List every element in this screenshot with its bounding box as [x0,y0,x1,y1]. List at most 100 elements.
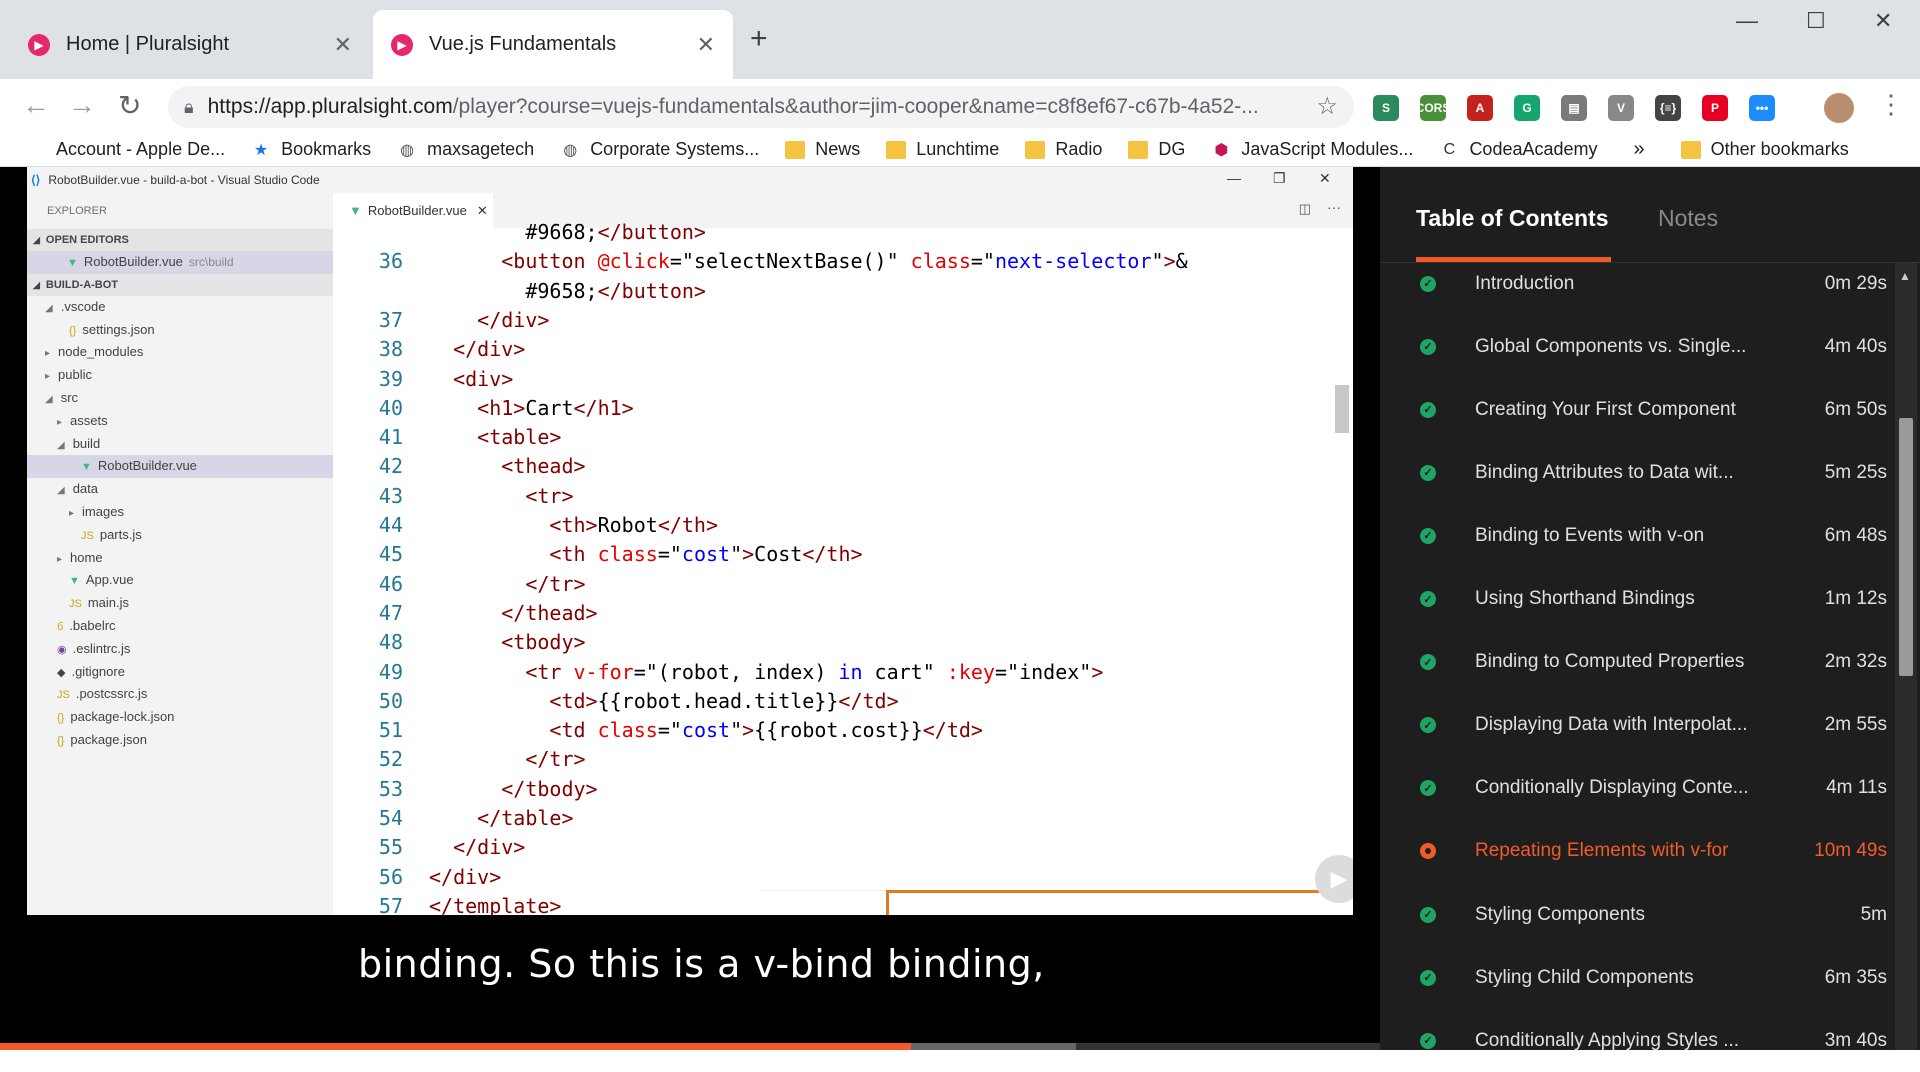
toc-item[interactable]: ✓ Binding to Computed Properties 2m 32s [1380,631,1895,694]
vue-file-icon: ▼ [349,203,362,218]
code-text: </div> [453,835,526,860]
toc-item[interactable]: ✓ Conditionally Displaying Conte... 4m 11s [1380,757,1895,820]
toc-item[interactable]: ✓ Using Shorthand Bindings 1m 12s [1380,568,1895,631]
bookmark-item[interactable]: ◍ maxsagetech [397,139,534,160]
tab-home-pluralsight[interactable]: ▶ Home | Pluralsight ✕ [10,10,370,79]
grammarly-icon[interactable]: G [1514,95,1540,121]
explorer-tree-item: ▸ home [27,547,333,570]
profile-avatar[interactable] [1824,93,1854,123]
bookmark-item[interactable]: Radio [1025,139,1102,160]
tree-item-label: parts.js [99,526,142,542]
toc-item[interactable]: ✓ Binding to Events with v-on 6m 48s [1380,504,1895,567]
cors-icon[interactable]: CORS [1416,95,1450,121]
bookmark-item[interactable]: ⬢ JavaScript Modules... [1211,139,1413,160]
scrollbar-thumb[interactable] [1899,418,1913,676]
open-editor-item: ▼ RobotBuilder.vue src\build [27,251,333,274]
check-icon: ✓ [1420,591,1436,607]
new-tab-button[interactable]: + [750,22,768,56]
toc-item[interactable]: ✓ Displaying Data with Interpolat... 2m 55… [1380,694,1895,757]
pinterest-icon[interactable]: P [1702,95,1728,121]
tree-item-label: .babelrc [69,617,116,633]
maximize-icon[interactable]: ☐ [1806,8,1826,34]
file-type-icon: ▼ [81,461,92,474]
bookmark-item[interactable]: C CodeaAcademy [1439,139,1598,160]
tab-table-of-contents[interactable]: Table of Contents [1416,205,1609,232]
close-icon[interactable]: ✕ [334,32,352,58]
forward-arrow-icon[interactable]: → [68,89,96,121]
explorer-tree-item: ◢ .vscode [27,296,333,319]
file-type-icon: {} [57,734,65,747]
code-text: </div> [477,307,550,332]
toc-item-title: Global Components vs. Single... [1475,335,1747,357]
toc-scrollbar[interactable]: ▲ [1895,263,1917,1050]
bookmark-item[interactable]: News [785,139,860,160]
folder-icon [886,140,907,159]
star-icon: ★ [253,141,269,159]
pdf-icon[interactable]: A [1467,95,1493,121]
close-icon[interactable]: ✕ [697,32,715,58]
file-type-icon: ◆ [57,666,66,679]
vue-devtools-icon[interactable]: V [1608,95,1634,121]
tree-item-label: images [82,503,124,519]
line-number: 36 [378,249,403,274]
minimize-icon[interactable]: — [1736,8,1758,34]
reload-icon[interactable]: ↻ [118,89,141,122]
buffered-fill [910,1043,1077,1050]
stack-icon[interactable]: S [1373,95,1399,121]
back-arrow-icon[interactable]: ← [22,89,50,121]
bookmark-item[interactable]: DG [1128,139,1185,160]
other-bookmarks[interactable]: Other bookmarks [1680,139,1849,160]
toc-item[interactable]: ✓ Introduction 0m 29s [1380,252,1895,315]
bookmark-label: Radio [1055,139,1103,159]
explorer-tree-item: {} package.json [27,729,333,752]
line-number: 39 [378,366,403,391]
explorer-tree-item: ▸ public [27,364,333,387]
toc-item[interactable]: ✓ Creating Your First Component 6m 50s [1380,378,1895,441]
explorer-tree-item: ◢ build [27,433,333,456]
line-number: 47 [378,600,403,625]
pluralsight-logo-icon: ▶ [28,33,50,56]
url-path: /player?course=vuejs-fundamentals&author… [452,95,1259,118]
bookmark-star-icon[interactable]: ☆ [1316,92,1338,121]
video-progress-bar[interactable] [0,1043,1380,1050]
toc-item[interactable]: ✓ Styling Components 5m [1380,883,1895,946]
line-number: 53 [378,776,403,801]
json-icon[interactable]: {≡} [1655,95,1681,121]
toc-item-title: Styling Components [1475,903,1646,925]
comment-icon[interactable]: ▤ [1561,95,1587,121]
bookmark-item[interactable]: ◍ Corporate Systems... [560,139,759,160]
video-caption: binding. So this is a v-bind binding, [358,942,1045,986]
menu-kebab-icon[interactable]: ⋮ [1878,89,1904,120]
toc-item[interactable]: ✓ Styling Child Components 6m 35s [1380,946,1895,1009]
codecademy-icon: C [1443,140,1456,158]
bookmark-item[interactable]: Account - Apple De... [26,139,225,160]
js-modules-icon: ⬢ [1214,141,1229,159]
tab-vuejs-fundamentals[interactable]: ▶ Vue.js Fundamentals ✕ [373,10,733,79]
code-text: <td class="cost">{{robot.cost}}</td> [549,718,983,743]
check-icon: ✓ [1420,464,1436,481]
messenger-icon[interactable]: ••• [1749,95,1775,121]
globe-icon: ◍ [563,141,578,159]
bookmarks-overflow-button[interactable]: » [1634,138,1645,161]
video-player[interactable]: ⟨⟩ RobotBuilder.vue - build-a-bot - Visu… [0,167,1380,1050]
address-bar[interactable]: 🔒︎ https://app.pluralsight.com/player?co… [168,86,1354,128]
toc-item[interactable]: ✓ Global Components vs. Single... 4m 40s [1380,315,1895,378]
close-window-icon[interactable]: ✕ [1874,8,1892,34]
bookmark-item[interactable]: Lunchtime [886,139,999,160]
code-text: <button @click="selectNextBase()" class=… [501,249,1188,274]
line-number: 55 [378,835,403,860]
tree-item-label: node_modules [58,344,144,360]
file-type-icon: JS [57,689,70,702]
toc-item[interactable]: ✓ Binding Attributes to Data wit... 5m 25s [1380,441,1895,504]
toc-item[interactable]: Repeating Elements with v-for 10m 49s [1380,820,1895,883]
scroll-up-icon[interactable]: ▲ [1899,269,1911,283]
more-actions-icon: ··· [1327,199,1341,215]
browser-tab-strip: ▶ Home | Pluralsight ✕ ▶ Vue.js Fundamen… [0,0,1920,79]
tree-item-label: settings.json [82,321,155,337]
line-number: 37 [378,307,403,332]
toc-item[interactable]: ✓ Conditionally Applying Styles ... 3m 40s [1380,1009,1895,1072]
check-icon: ✓ [1420,527,1436,544]
bookmark-item[interactable]: ★ Bookmarks [251,139,371,160]
code-text: </tbody> [501,776,598,801]
tab-notes[interactable]: Notes [1658,205,1718,232]
